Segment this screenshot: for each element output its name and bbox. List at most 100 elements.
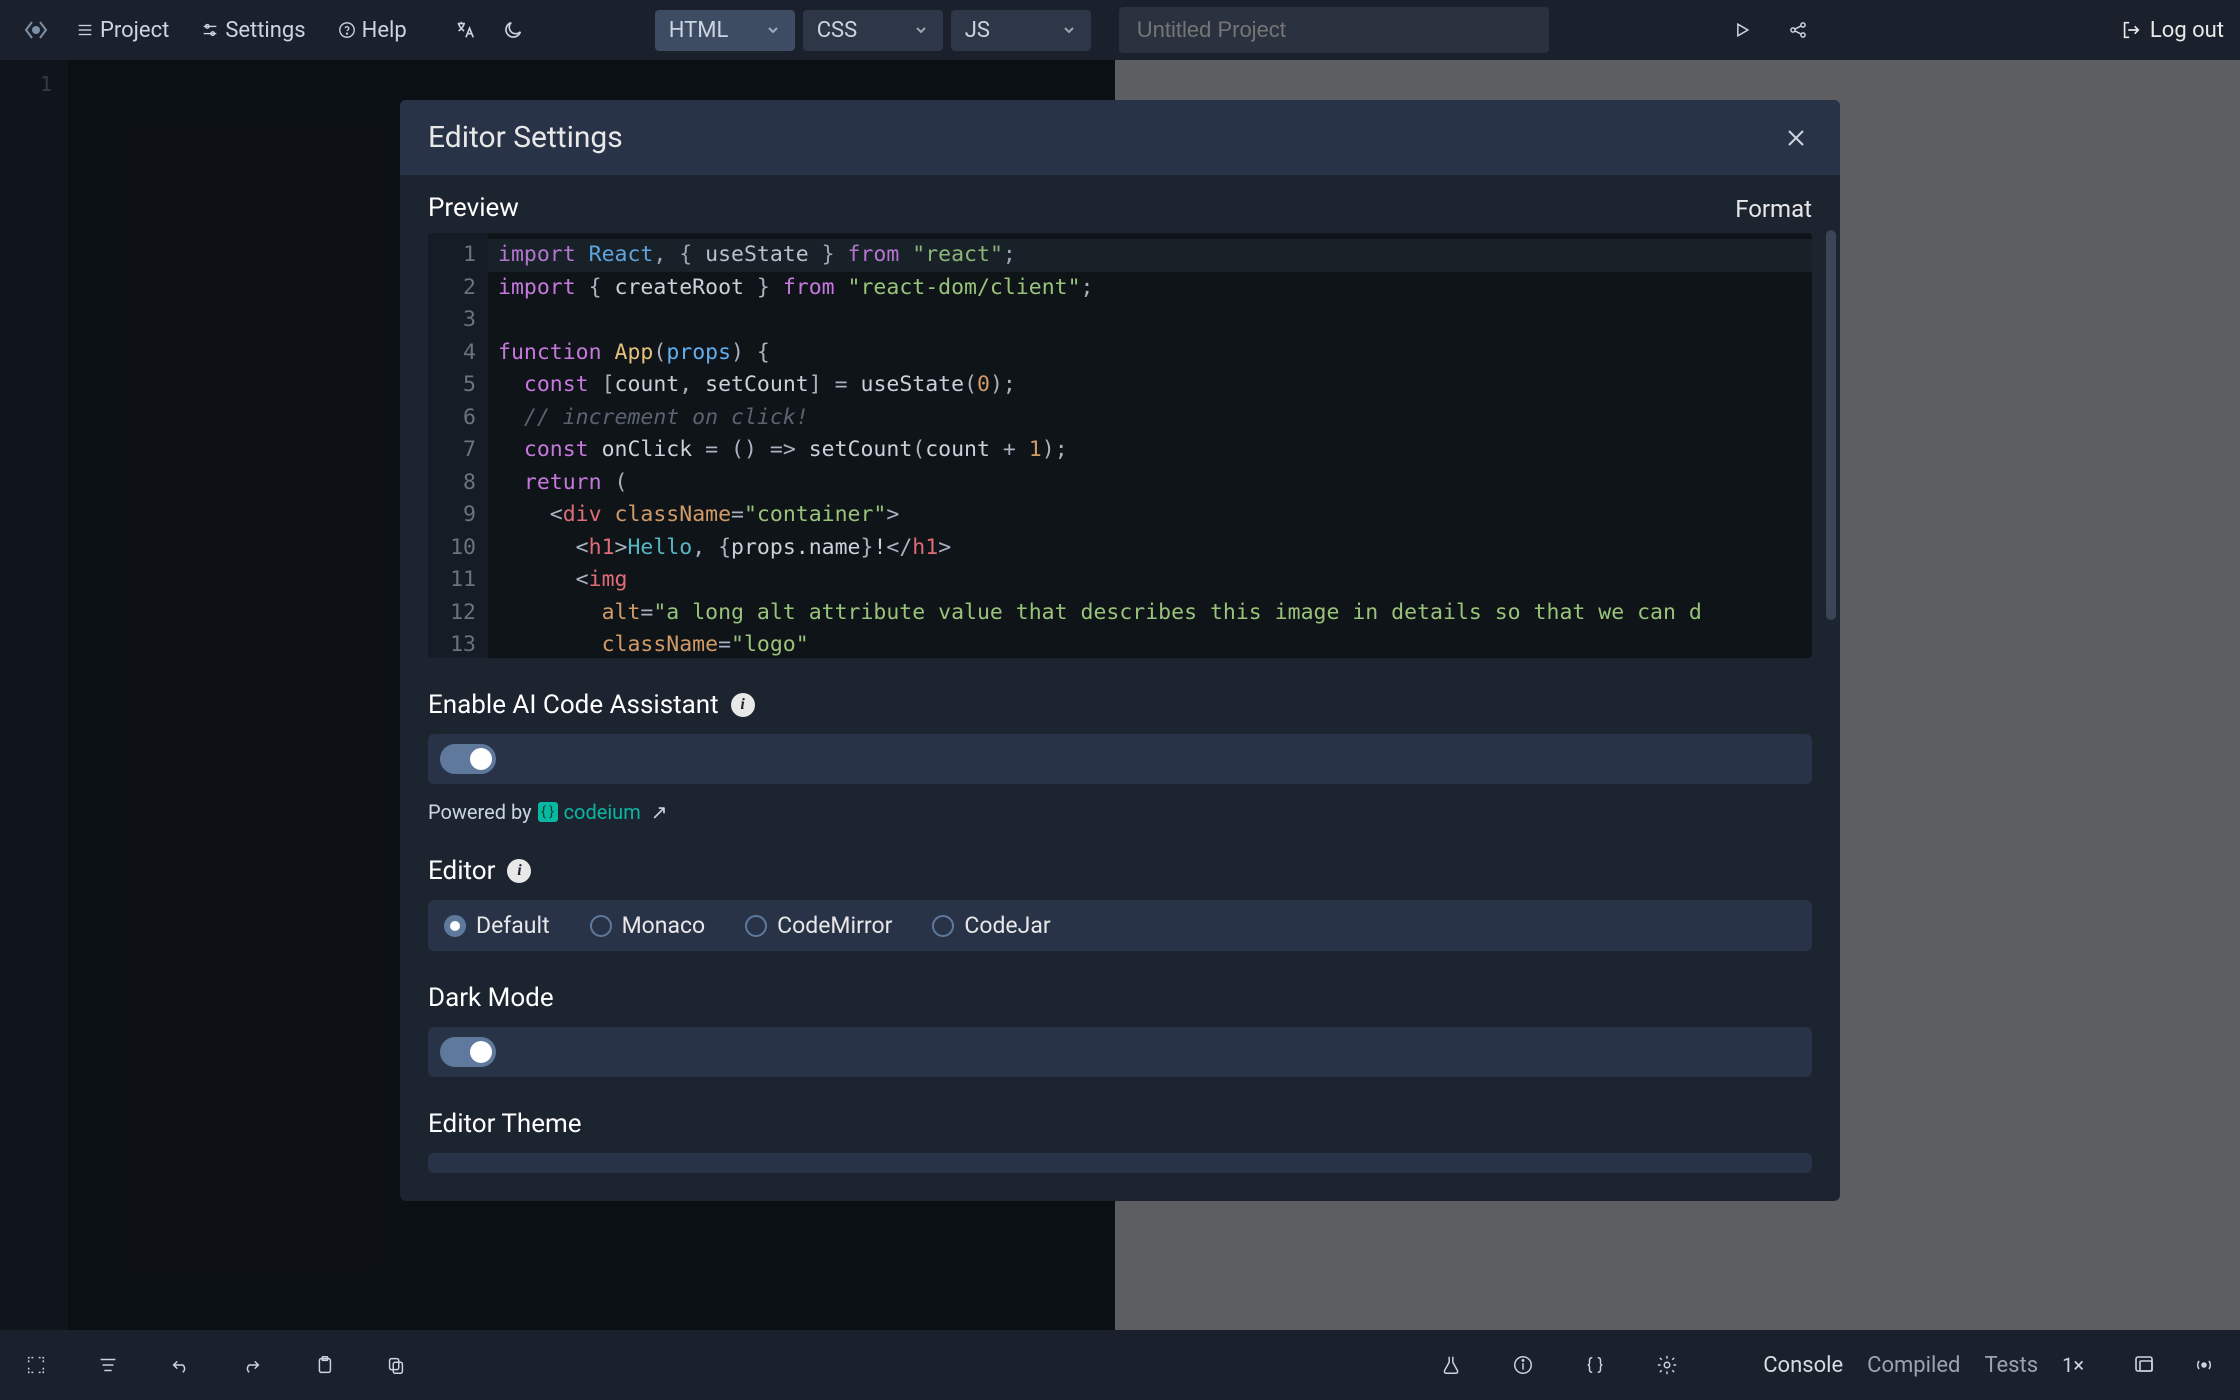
- setting-editor-choice: Editor i Default Monaco CodeMirror CodeJar: [428, 856, 1812, 951]
- tab-js-label: JS: [965, 18, 990, 43]
- radio-icon: [444, 915, 466, 937]
- layout-button[interactable]: [96, 1353, 120, 1377]
- braces-icon: [1584, 1354, 1606, 1376]
- modal-body: Preview Format 12345678910111213 import …: [400, 175, 1840, 1201]
- line-gutter: 1: [0, 60, 68, 1330]
- translate-button[interactable]: [451, 16, 479, 44]
- redo-button[interactable]: [240, 1353, 264, 1377]
- ai-assistant-toggle[interactable]: [440, 744, 496, 774]
- setting-dark-mode: Dark Mode: [428, 983, 1812, 1077]
- copy-icon: [385, 1354, 407, 1376]
- chevron-down-icon: [1061, 22, 1077, 38]
- tab-compiled[interactable]: Compiled: [1867, 1353, 1960, 1378]
- radio-label: CodeMirror: [777, 912, 892, 939]
- undo-button[interactable]: [168, 1353, 192, 1377]
- info-button[interactable]: [1511, 1353, 1535, 1377]
- setting-ai-assistant: Enable AI Code Assistant i Powered by { …: [428, 690, 1812, 824]
- flask-icon: [1440, 1354, 1462, 1376]
- modal-title: Editor Settings: [428, 120, 623, 155]
- editor-theme-label: Editor Theme: [428, 1109, 582, 1139]
- tab-js[interactable]: JS: [951, 10, 1091, 51]
- run-button[interactable]: [1728, 16, 1756, 44]
- radio-label: Monaco: [622, 912, 706, 939]
- tab-console[interactable]: Console: [1763, 1353, 1843, 1378]
- tab-css[interactable]: CSS: [803, 10, 943, 51]
- translate-icon: [454, 19, 476, 41]
- powered-by[interactable]: Powered by { } codeium ↗: [428, 800, 1812, 824]
- share-icon: [1788, 20, 1808, 40]
- undo-icon: [169, 1354, 191, 1376]
- play-icon: [1732, 20, 1752, 40]
- screen-button[interactable]: [2132, 1353, 2156, 1377]
- redo-icon: [241, 1354, 263, 1376]
- fullscreen-button[interactable]: [24, 1353, 48, 1377]
- tab-css-label: CSS: [817, 18, 857, 43]
- editor-option-codejar[interactable]: CodeJar: [932, 912, 1050, 939]
- moon-icon: [502, 19, 524, 41]
- radio-icon: [932, 915, 954, 937]
- external-button[interactable]: [1439, 1353, 1463, 1377]
- close-button[interactable]: [1780, 122, 1812, 154]
- settings-modal: Editor Settings Preview Format 123456789…: [400, 100, 1840, 1201]
- share-button[interactable]: [1784, 16, 1812, 44]
- fullscreen-icon: [25, 1354, 47, 1376]
- editor-radio-group: Default Monaco CodeMirror CodeJar: [428, 900, 1812, 951]
- info-icon[interactable]: i: [731, 693, 755, 717]
- menu-project[interactable]: Project: [64, 10, 181, 51]
- dark-mode-toggle[interactable]: [440, 1037, 496, 1067]
- modal-scrollbar[interactable]: [1826, 230, 1836, 620]
- logout-icon: [2120, 19, 2142, 41]
- codeium-icon: { }: [538, 802, 558, 822]
- statusbar: Console Compiled Tests 1×: [0, 1330, 2240, 1400]
- line-number: 1: [0, 72, 52, 96]
- editor-option-default[interactable]: Default: [444, 912, 550, 939]
- dark-mode-label: Dark Mode: [428, 983, 554, 1013]
- menu-settings-label: Settings: [225, 18, 305, 43]
- sliders-icon: [201, 21, 219, 39]
- tab-html-label: HTML: [669, 18, 729, 43]
- preview-line-numbers: 12345678910111213: [428, 233, 488, 658]
- gear-icon: [1656, 1354, 1678, 1376]
- gear-button[interactable]: [1655, 1353, 1679, 1377]
- logout-button[interactable]: Log out: [2120, 18, 2224, 43]
- project-title-input[interactable]: [1119, 7, 1549, 53]
- broadcast-icon: [2192, 1353, 2216, 1377]
- console-tabs: Console Compiled Tests 1×: [1763, 1353, 2084, 1378]
- logout-label: Log out: [2150, 18, 2224, 43]
- radio-icon: [590, 915, 612, 937]
- clipboard-icon: [313, 1354, 335, 1376]
- powered-by-label: Powered by: [428, 800, 532, 824]
- zoom-indicator[interactable]: 1×: [2062, 1353, 2084, 1377]
- ai-assistant-label: Enable AI Code Assistant: [428, 690, 719, 720]
- layout-icon: [97, 1354, 119, 1376]
- braces-button[interactable]: [1583, 1353, 1607, 1377]
- codeium-name: codeium: [564, 800, 641, 824]
- chevron-down-icon: [913, 22, 929, 38]
- menu-project-label: Project: [100, 18, 169, 43]
- format-button[interactable]: Format: [1735, 195, 1812, 223]
- menu-help[interactable]: Help: [326, 10, 419, 51]
- menu-help-label: Help: [362, 18, 407, 43]
- menu-settings[interactable]: Settings: [189, 10, 317, 51]
- tab-tests[interactable]: Tests: [1984, 1353, 2038, 1378]
- app-logo[interactable]: [16, 10, 56, 50]
- overlay-icon: [2132, 1353, 2156, 1377]
- info-icon: [1512, 1354, 1534, 1376]
- broadcast-button[interactable]: [2192, 1353, 2216, 1377]
- radio-icon: [745, 915, 767, 937]
- modal-header: Editor Settings: [400, 100, 1840, 175]
- close-icon: [1784, 126, 1808, 150]
- chevron-down-icon: [765, 22, 781, 38]
- editor-option-monaco[interactable]: Monaco: [590, 912, 706, 939]
- theme-toggle[interactable]: [499, 16, 527, 44]
- editor-option-codemirror[interactable]: CodeMirror: [745, 912, 892, 939]
- info-icon[interactable]: i: [507, 859, 531, 883]
- preview-code-body[interactable]: import React, { useState } from "react";…: [488, 233, 1812, 658]
- highlighted-line: [488, 239, 1812, 272]
- editor-choice-label: Editor: [428, 856, 495, 886]
- hamburger-icon: [76, 21, 94, 39]
- copy-button[interactable]: [384, 1353, 408, 1377]
- preview-label: Preview: [428, 193, 519, 223]
- clipboard-button[interactable]: [312, 1353, 336, 1377]
- tab-html[interactable]: HTML: [655, 10, 795, 51]
